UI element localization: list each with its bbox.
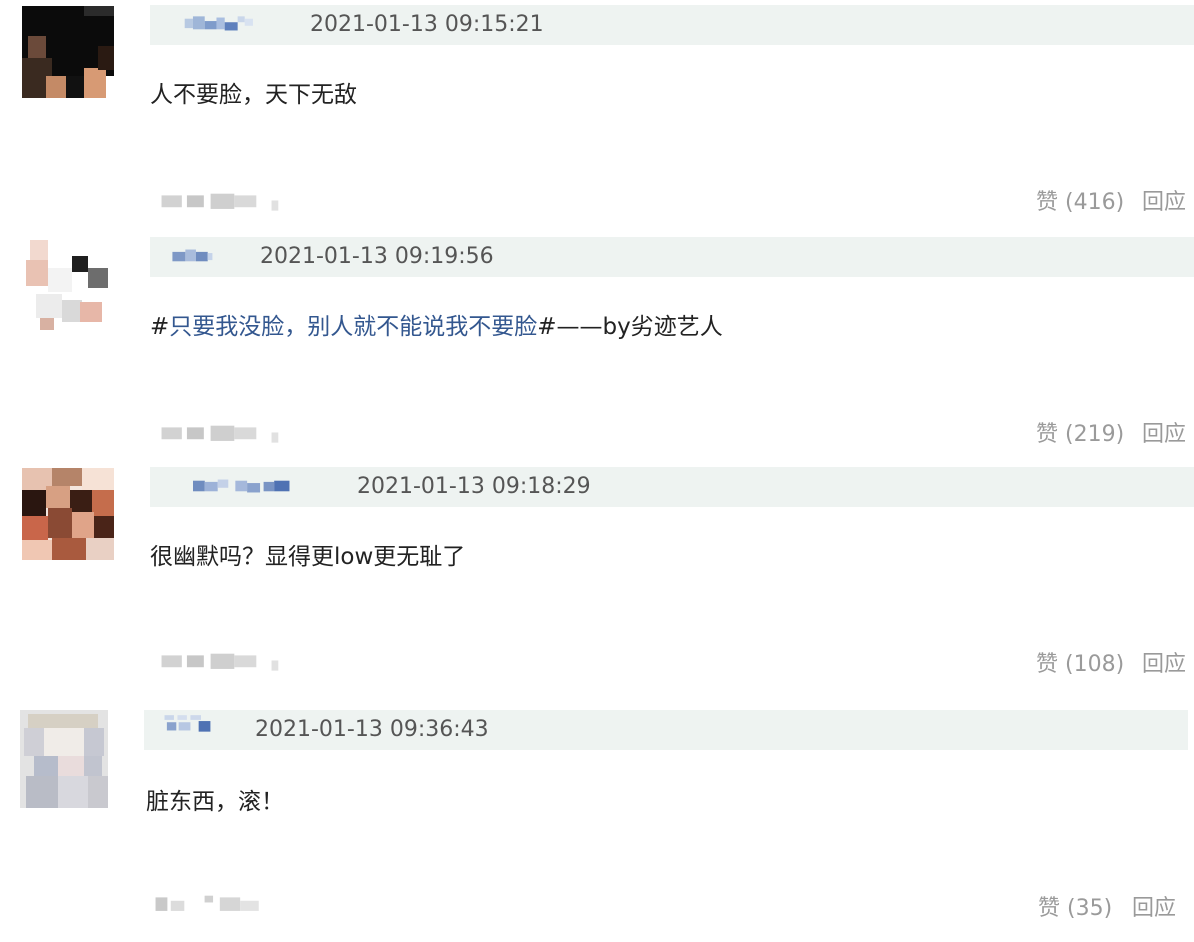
avatar[interactable] xyxy=(22,468,114,560)
meta-blurred xyxy=(161,653,279,671)
like-button[interactable]: 赞 (219) xyxy=(1036,422,1124,448)
avatar[interactable] xyxy=(22,238,114,330)
comment-timestamp: 2021-01-13 09:15:21 xyxy=(310,12,544,37)
comment-item: 2021-01-13 09:36:43 脏东西，滚！ 赞 (35) 回应 xyxy=(0,700,1194,942)
like-button[interactable]: 赞 (416) xyxy=(1036,190,1124,216)
comment-timestamp: 2021-01-13 09:18:29 xyxy=(357,474,591,499)
comment-text-suffix: #——by劣迹艺人 xyxy=(537,314,723,340)
like-button[interactable]: 赞 (108) xyxy=(1036,652,1124,678)
comment-text: 很幽默吗？显得更low更无耻了 xyxy=(150,544,466,570)
username-blurred[interactable] xyxy=(160,14,280,34)
reply-button[interactable]: 回应 xyxy=(1142,422,1186,448)
avatar[interactable] xyxy=(22,6,114,98)
reply-button[interactable]: 回应 xyxy=(1142,652,1186,678)
username-blurred[interactable] xyxy=(146,714,236,734)
avatar[interactable] xyxy=(20,710,108,808)
meta-blurred xyxy=(161,193,279,211)
comment-item: 2021-01-13 09:19:56 #只要我没脸，别人就不能说我不要脸#——… xyxy=(0,232,1194,464)
comment-text: 脏东西，滚！ xyxy=(146,789,284,815)
username-blurred[interactable] xyxy=(158,476,328,496)
reply-button[interactable]: 回应 xyxy=(1142,190,1186,216)
comment-item: 2021-01-13 09:18:29 很幽默吗？显得更low更无耻了 赞 (1… xyxy=(0,464,1194,696)
username-blurred[interactable] xyxy=(158,246,228,266)
comment-item: 2021-01-13 09:15:21 人不要脸，天下无敌 赞 (416) 回应 xyxy=(0,0,1194,232)
comment-text-prefix: # xyxy=(150,314,170,340)
comment-header xyxy=(150,5,1194,45)
comment-timestamp: 2021-01-13 09:36:43 xyxy=(255,717,489,742)
like-button[interactable]: 赞 (35) xyxy=(1038,896,1112,922)
reply-button[interactable]: 回应 xyxy=(1132,896,1176,922)
comment-text: 人不要脸，天下无敌 xyxy=(150,82,357,108)
comment-text: #只要我没脸，别人就不能说我不要脸#——by劣迹艺人 xyxy=(150,312,723,342)
meta-blurred xyxy=(155,895,259,911)
hashtag-topic-link[interactable]: 只要我没脸，别人就不能说我不要脸 xyxy=(169,314,537,340)
comment-timestamp: 2021-01-13 09:19:56 xyxy=(260,244,494,269)
meta-blurred xyxy=(161,425,279,443)
